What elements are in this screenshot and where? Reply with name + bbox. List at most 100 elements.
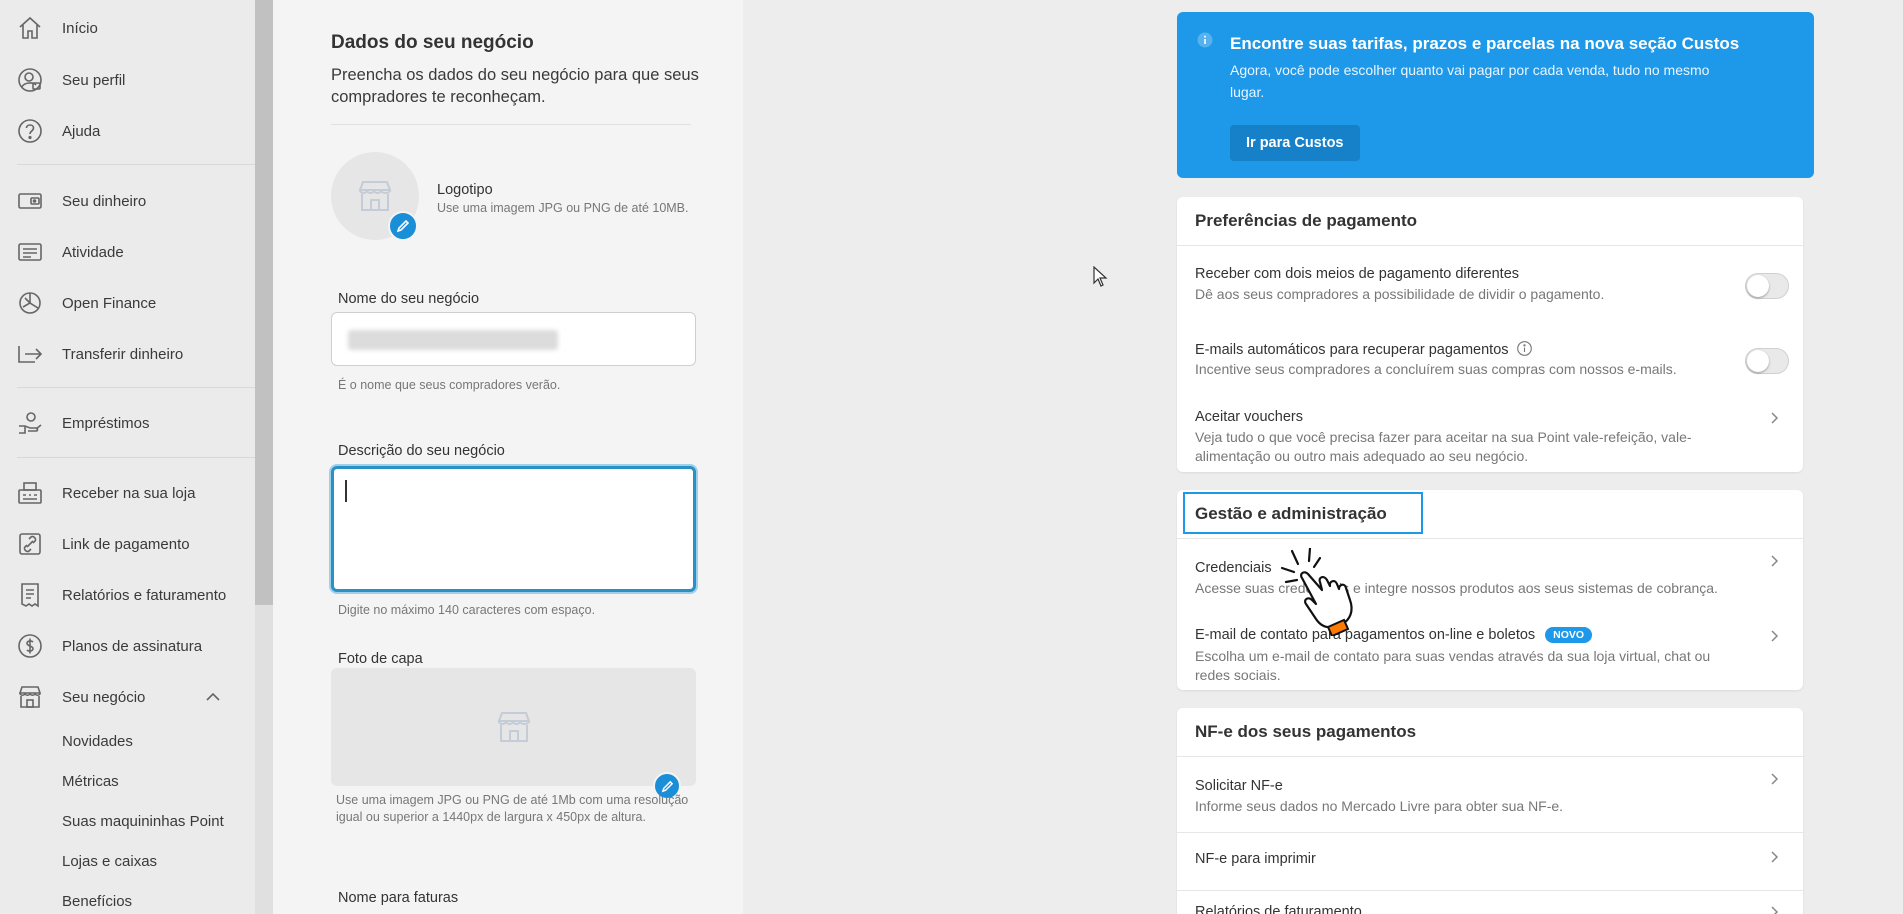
new-badge: NOVO bbox=[1545, 627, 1593, 643]
chevron-right-icon[interactable] bbox=[1767, 850, 1781, 864]
info-circle-icon[interactable] bbox=[1516, 341, 1532, 356]
card-divider bbox=[1177, 538, 1803, 539]
sidebar-divider bbox=[17, 164, 255, 165]
sidebar-subitem-metricas[interactable]: Métricas bbox=[62, 773, 119, 790]
chevron-up-icon[interactable] bbox=[205, 689, 221, 705]
setting-description: Informe seus dados no Mercado Livre para… bbox=[1195, 798, 1564, 814]
toggle-knob bbox=[1747, 275, 1769, 297]
sidebar-item-transferir-dinheiro[interactable]: Transferir dinheiro bbox=[0, 334, 255, 374]
business-name-input[interactable] bbox=[331, 312, 696, 366]
home-icon bbox=[17, 15, 43, 41]
card-title: Preferências de pagamento bbox=[1195, 211, 1418, 230]
sidebar-item-seu-negocio[interactable]: Seu negócio bbox=[0, 677, 255, 717]
setting-description: Escolha um e-mail de contato para suas v… bbox=[1195, 648, 1711, 683]
sidebar-item-inicio[interactable]: Início bbox=[0, 8, 255, 48]
setting-title: Relatórios de faturamento bbox=[1195, 904, 1362, 914]
sidebar-divider bbox=[17, 387, 255, 388]
business-icon bbox=[17, 684, 43, 710]
setting-title: Aceitar vouchers bbox=[1195, 409, 1303, 425]
sidebar-item-ajuda[interactable]: Ajuda bbox=[0, 111, 255, 151]
business-description-label: Descrição do seu negócio bbox=[338, 443, 505, 459]
setting-title: E-mail de contato para pagamentos on-lin… bbox=[1195, 627, 1593, 643]
form-subtitle: Preencha os dados do seu negócio para qu… bbox=[331, 66, 699, 106]
mouse-cursor-icon bbox=[1093, 266, 1109, 288]
sidebar-item-seu-perfil[interactable]: Seu perfil bbox=[0, 60, 255, 100]
sidebar-subitem-novidades[interactable]: Novidades bbox=[62, 733, 133, 750]
sidebar-subitem-lojas-e-caixas[interactable]: Lojas e caixas bbox=[62, 853, 157, 870]
profile-icon bbox=[17, 67, 43, 93]
card-divider bbox=[1177, 890, 1803, 891]
transfer-icon bbox=[17, 341, 43, 367]
setting-title-text: E-mails automáticos para recuperar pagam… bbox=[1195, 342, 1509, 358]
logo-title: Logotipo bbox=[437, 182, 493, 198]
chevron-right-icon[interactable] bbox=[1767, 905, 1781, 914]
sidebar-item-label: Seu negócio bbox=[62, 688, 146, 706]
chevron-right-icon[interactable] bbox=[1767, 629, 1781, 643]
chevron-right-icon[interactable] bbox=[1767, 772, 1781, 786]
report-icon bbox=[17, 582, 43, 608]
sidebar-item-open-finance[interactable]: Open Finance bbox=[0, 283, 255, 323]
card-title: Gestão e administração bbox=[1195, 504, 1387, 523]
go-to-costs-button[interactable]: Ir para Custos bbox=[1230, 125, 1360, 161]
pencil-icon bbox=[396, 219, 410, 233]
card-divider bbox=[1177, 832, 1803, 833]
link-icon bbox=[17, 531, 43, 557]
card-divider bbox=[1177, 756, 1803, 757]
banner-text: Agora, você pode escolher quanto vai pag… bbox=[1230, 62, 1710, 100]
card-divider bbox=[1177, 245, 1803, 246]
setting-description: Dê aos seus compradores a possibilidade … bbox=[1195, 286, 1605, 302]
sidebar-item-label: Open Finance bbox=[62, 294, 157, 312]
setting-description: Acesse suas credenciais e integre nossos… bbox=[1195, 580, 1718, 596]
cover-photo-upload[interactable] bbox=[331, 668, 696, 786]
sidebar-scrollbar-thumb[interactable] bbox=[255, 0, 273, 605]
form-title: Dados do seu negócio bbox=[331, 32, 534, 53]
business-name-hint: É o nome que seus compradores verão. bbox=[338, 378, 561, 392]
sidebar-item-link-de-pagamento[interactable]: Link de pagamento bbox=[0, 524, 255, 564]
chevron-right-icon[interactable] bbox=[1767, 554, 1781, 568]
setting-title: Solicitar NF-e bbox=[1195, 778, 1283, 794]
setting-description: Incentive seus compradores a concluírem … bbox=[1195, 361, 1677, 377]
sidebar-item-atividade[interactable]: Atividade bbox=[0, 232, 255, 272]
sidebar-item-relatorios-e-faturamento[interactable]: Relatórios e faturamento bbox=[0, 575, 255, 615]
text-caret bbox=[345, 480, 347, 502]
store-icon bbox=[357, 179, 393, 213]
sidebar-item-label: Ajuda bbox=[62, 122, 101, 140]
help-icon bbox=[17, 118, 43, 144]
payment-preferences-card: Preferências de pagamento Receber com do… bbox=[1177, 197, 1803, 472]
sidebar-item-emprestimos[interactable]: Empréstimos bbox=[0, 403, 255, 443]
store-icon bbox=[496, 710, 532, 744]
sidebar-item-label: Receber na sua loja bbox=[62, 484, 196, 502]
setting-title: NF-e para imprimir bbox=[1195, 851, 1316, 867]
store-register-icon bbox=[17, 480, 43, 506]
logo-edit-button[interactable] bbox=[388, 211, 418, 241]
cover-photo-hint: Use uma imagem JPG ou PNG de até 1Mb com… bbox=[336, 793, 689, 824]
sidebar-item-planos-de-assinatura[interactable]: Planos de assinatura bbox=[0, 626, 255, 666]
nfe-card: NF-e dos seus pagamentos Solicitar NF-e … bbox=[1177, 708, 1803, 914]
toggle-knob bbox=[1747, 350, 1769, 372]
invoice-name-label: Nome para faturas bbox=[338, 890, 459, 906]
management-card: Gestão e administração Credenciais Acess… bbox=[1177, 490, 1803, 690]
chevron-right-icon[interactable] bbox=[1767, 411, 1781, 425]
sidebar-subitem-suas-maquininhas-point[interactable]: Suas maquininhas Point bbox=[62, 813, 224, 830]
open-finance-icon bbox=[17, 290, 43, 316]
two-payment-methods-toggle[interactable] bbox=[1745, 273, 1789, 299]
sidebar-item-label: Empréstimos bbox=[62, 414, 150, 432]
pointing-hand-icon bbox=[1280, 548, 1370, 636]
loan-icon bbox=[17, 410, 43, 436]
sidebar-item-label: Planos de assinatura bbox=[62, 637, 203, 655]
pencil-icon bbox=[661, 780, 674, 793]
sidebar: Início Seu perfil Ajuda Seu dinheiro Ati… bbox=[0, 0, 255, 914]
setting-title: Receber com dois meios de pagamento dife… bbox=[1195, 266, 1520, 282]
redacted-value bbox=[348, 330, 558, 350]
sidebar-item-label: Transferir dinheiro bbox=[62, 345, 184, 363]
sidebar-item-label: Seu dinheiro bbox=[62, 192, 147, 210]
setting-title: Credenciais bbox=[1195, 560, 1272, 576]
sidebar-item-seu-dinheiro[interactable]: Seu dinheiro bbox=[0, 181, 255, 221]
sidebar-item-receber-na-sua-loja[interactable]: Receber na sua loja bbox=[0, 473, 255, 513]
sidebar-divider bbox=[17, 457, 255, 458]
recovery-emails-toggle[interactable] bbox=[1745, 348, 1789, 374]
costs-banner: Encontre suas tarifas, prazos e parcelas… bbox=[1177, 12, 1814, 178]
sidebar-subitem-beneficios[interactable]: Benefícios bbox=[62, 893, 132, 910]
activity-icon bbox=[17, 239, 43, 265]
business-description-textarea[interactable] bbox=[331, 466, 696, 592]
